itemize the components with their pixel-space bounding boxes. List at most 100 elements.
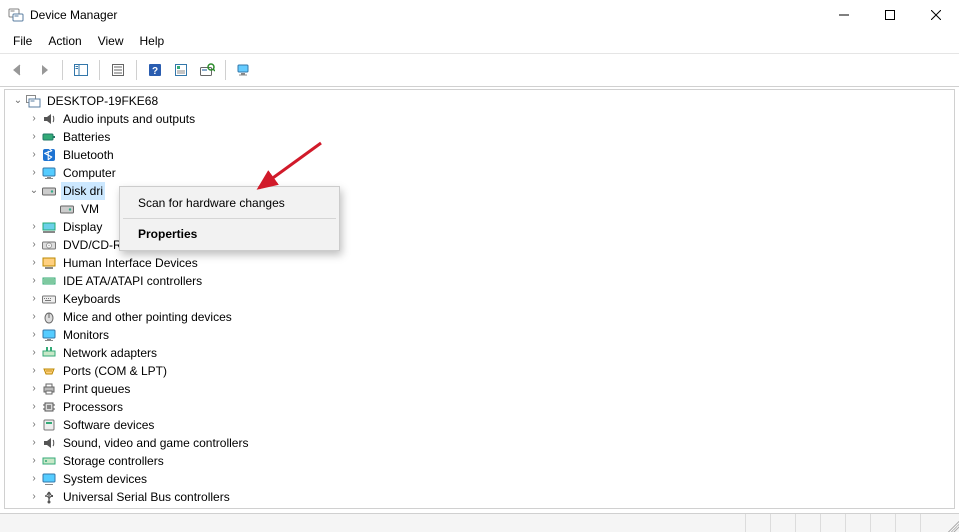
chevron-right-icon[interactable]: › — [27, 416, 41, 434]
tree-pane: ⌄ DESKTOP-19FKE68 › Audio inputs and out… — [4, 89, 955, 509]
dvd-icon — [41, 237, 57, 253]
tree-item-keyboards[interactable]: › Keyboards — [7, 290, 954, 308]
tree-item-network[interactable]: › Network adapters — [7, 344, 954, 362]
svg-text:?: ? — [152, 66, 158, 77]
tree-item-sound[interactable]: › Sound, video and game controllers — [7, 434, 954, 452]
tree-item-software-devices[interactable]: › Software devices — [7, 416, 954, 434]
disk-icon — [41, 183, 57, 199]
sound-icon — [41, 435, 57, 451]
chevron-right-icon[interactable]: › — [27, 146, 41, 164]
maximize-button[interactable] — [867, 0, 913, 30]
statusbar — [0, 513, 959, 532]
battery-icon — [41, 129, 57, 145]
tree-root[interactable]: ⌄ DESKTOP-19FKE68 — [7, 92, 954, 110]
scan-hardware-button[interactable] — [195, 58, 219, 82]
tree-item-label: Print queues — [61, 380, 132, 398]
ide-icon — [41, 273, 57, 289]
usb-icon — [41, 489, 57, 505]
tree-item-system-devices[interactable]: › System devices — [7, 470, 954, 488]
resize-grip[interactable] — [945, 518, 959, 532]
menu-help[interactable]: Help — [133, 32, 172, 50]
tree-item-label: Network adapters — [61, 344, 159, 362]
menubar: File Action View Help — [0, 30, 959, 54]
menu-file[interactable]: File — [6, 32, 39, 50]
tree-item-ports[interactable]: › Ports (COM & LPT) — [7, 362, 954, 380]
tree-item-label: Batteries — [61, 128, 112, 146]
chevron-right-icon[interactable]: › — [27, 110, 41, 128]
tree-item-storage[interactable]: › Storage controllers — [7, 452, 954, 470]
forward-button[interactable] — [32, 58, 56, 82]
chevron-down-icon[interactable]: ⌄ — [27, 182, 41, 200]
tree-item-label: Mice and other pointing devices — [61, 308, 234, 326]
tree-item-usb[interactable]: › Universal Serial Bus controllers — [7, 488, 954, 506]
chevron-right-icon[interactable]: › — [27, 344, 41, 362]
app-icon — [8, 7, 24, 23]
chevron-right-icon[interactable]: › — [27, 362, 41, 380]
mouse-icon — [41, 309, 57, 325]
context-menu-scan[interactable]: Scan for hardware changes — [122, 190, 337, 216]
tree-item-mice[interactable]: › Mice and other pointing devices — [7, 308, 954, 326]
chevron-right-icon[interactable]: › — [27, 290, 41, 308]
tree-item-label: Software devices — [61, 416, 156, 434]
show-hide-console-tree-button[interactable] — [69, 58, 93, 82]
context-menu: Scan for hardware changes Properties — [119, 186, 340, 251]
port-icon — [41, 363, 57, 379]
tree-root-label: DESKTOP-19FKE68 — [45, 92, 160, 110]
speaker-icon — [41, 111, 57, 127]
tree-item-label: System devices — [61, 470, 149, 488]
system-icon — [41, 471, 57, 487]
chevron-right-icon[interactable]: › — [27, 452, 41, 470]
monitor-icon — [41, 327, 57, 343]
chevron-right-icon[interactable]: › — [27, 236, 41, 254]
tree-item-computer[interactable]: › Computer — [7, 164, 954, 182]
tree-item-processors[interactable]: › Processors — [7, 398, 954, 416]
tree-item-label: Sound, video and game controllers — [61, 434, 250, 452]
chevron-right-icon[interactable]: › — [27, 254, 41, 272]
properties-button[interactable] — [106, 58, 130, 82]
menu-action[interactable]: Action — [41, 32, 88, 50]
network-icon — [41, 345, 57, 361]
close-button[interactable] — [913, 0, 959, 30]
chevron-right-icon[interactable]: › — [27, 326, 41, 344]
chevron-right-icon[interactable]: › — [27, 164, 41, 182]
tree-item-monitors[interactable]: › Monitors — [7, 326, 954, 344]
computer-icon — [25, 93, 41, 109]
keyboard-icon — [41, 291, 57, 307]
menu-view[interactable]: View — [91, 32, 131, 50]
tree-item-audio[interactable]: › Audio inputs and outputs — [7, 110, 954, 128]
software-icon — [41, 417, 57, 433]
bluetooth-icon — [41, 147, 57, 163]
monitor-icon — [41, 165, 57, 181]
devices-button[interactable] — [232, 58, 256, 82]
disk-icon — [59, 201, 75, 217]
chevron-right-icon[interactable]: › — [27, 128, 41, 146]
help-button[interactable]: ? — [143, 58, 167, 82]
tree-item-print-queues[interactable]: › Print queues — [7, 380, 954, 398]
hid-icon — [41, 255, 57, 271]
display-adapter-icon — [41, 219, 57, 235]
chevron-right-icon[interactable]: › — [27, 434, 41, 452]
titlebar: Device Manager — [0, 0, 959, 30]
chevron-right-icon[interactable]: › — [27, 308, 41, 326]
chevron-down-icon[interactable]: ⌄ — [11, 92, 25, 110]
tree-item-ide[interactable]: › IDE ATA/ATAPI controllers — [7, 272, 954, 290]
chevron-right-icon[interactable]: › — [27, 218, 41, 236]
toolbar: ? — [0, 54, 959, 87]
back-button[interactable] — [6, 58, 30, 82]
tree-item-label: Monitors — [61, 326, 111, 344]
tree-item-bluetooth[interactable]: › Bluetooth — [7, 146, 954, 164]
tree-item-hid[interactable]: › Human Interface Devices — [7, 254, 954, 272]
minimize-button[interactable] — [821, 0, 867, 30]
tree-item-label: Ports (COM & LPT) — [61, 362, 169, 380]
update-driver-button[interactable] — [169, 58, 193, 82]
chevron-right-icon[interactable]: › — [27, 398, 41, 416]
chevron-right-icon[interactable]: › — [27, 272, 41, 290]
tree-item-label: Computer — [61, 164, 118, 182]
tree-item-label: Keyboards — [61, 290, 122, 308]
chevron-right-icon[interactable]: › — [27, 488, 41, 506]
tree-item-batteries[interactable]: › Batteries — [7, 128, 954, 146]
context-menu-separator — [123, 218, 336, 219]
chevron-right-icon[interactable]: › — [27, 380, 41, 398]
context-menu-properties[interactable]: Properties — [122, 221, 337, 247]
chevron-right-icon[interactable]: › — [27, 470, 41, 488]
